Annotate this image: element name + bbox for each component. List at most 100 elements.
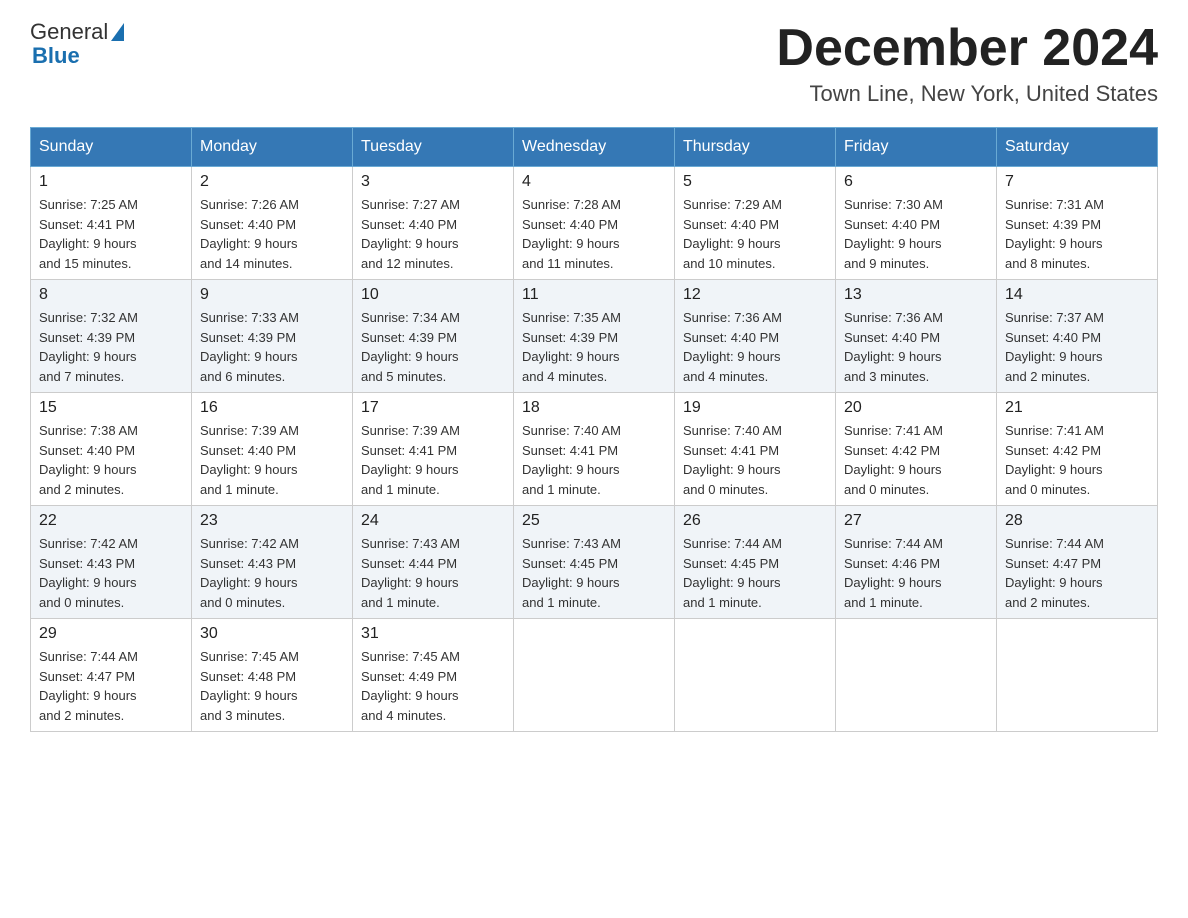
day-number: 13 — [844, 286, 988, 304]
day-number: 25 — [522, 512, 666, 530]
day-number: 27 — [844, 512, 988, 530]
day-info: Sunrise: 7:44 AM Sunset: 4:47 PM Dayligh… — [39, 647, 183, 725]
table-cell: 20 Sunrise: 7:41 AM Sunset: 4:42 PM Dayl… — [836, 393, 997, 506]
table-cell: 30 Sunrise: 7:45 AM Sunset: 4:48 PM Dayl… — [192, 619, 353, 732]
table-cell: 14 Sunrise: 7:37 AM Sunset: 4:40 PM Dayl… — [997, 280, 1158, 393]
week-row-1: 1 Sunrise: 7:25 AM Sunset: 4:41 PM Dayli… — [31, 167, 1158, 280]
day-number: 5 — [683, 173, 827, 191]
day-info: Sunrise: 7:39 AM Sunset: 4:40 PM Dayligh… — [200, 421, 344, 499]
page-subtitle: Town Line, New York, United States — [776, 81, 1158, 107]
day-number: 31 — [361, 625, 505, 643]
day-number: 29 — [39, 625, 183, 643]
table-cell: 5 Sunrise: 7:29 AM Sunset: 4:40 PM Dayli… — [675, 167, 836, 280]
calendar-table: Sunday Monday Tuesday Wednesday Thursday… — [30, 127, 1158, 732]
day-info: Sunrise: 7:26 AM Sunset: 4:40 PM Dayligh… — [200, 195, 344, 273]
day-number: 16 — [200, 399, 344, 417]
day-info: Sunrise: 7:41 AM Sunset: 4:42 PM Dayligh… — [1005, 421, 1149, 499]
day-info: Sunrise: 7:45 AM Sunset: 4:48 PM Dayligh… — [200, 647, 344, 725]
col-monday: Monday — [192, 128, 353, 167]
table-cell — [836, 619, 997, 732]
day-number: 11 — [522, 286, 666, 304]
page-header: General Blue December 2024 Town Line, Ne… — [30, 20, 1158, 107]
table-cell: 13 Sunrise: 7:36 AM Sunset: 4:40 PM Dayl… — [836, 280, 997, 393]
day-info: Sunrise: 7:34 AM Sunset: 4:39 PM Dayligh… — [361, 308, 505, 386]
table-cell: 26 Sunrise: 7:44 AM Sunset: 4:45 PM Dayl… — [675, 506, 836, 619]
day-info: Sunrise: 7:30 AM Sunset: 4:40 PM Dayligh… — [844, 195, 988, 273]
table-cell: 12 Sunrise: 7:36 AM Sunset: 4:40 PM Dayl… — [675, 280, 836, 393]
day-number: 24 — [361, 512, 505, 530]
day-info: Sunrise: 7:35 AM Sunset: 4:39 PM Dayligh… — [522, 308, 666, 386]
day-info: Sunrise: 7:27 AM Sunset: 4:40 PM Dayligh… — [361, 195, 505, 273]
table-cell: 28 Sunrise: 7:44 AM Sunset: 4:47 PM Dayl… — [997, 506, 1158, 619]
table-cell — [514, 619, 675, 732]
day-number: 7 — [1005, 173, 1149, 191]
logo-triangle-icon — [111, 23, 124, 41]
day-info: Sunrise: 7:40 AM Sunset: 4:41 PM Dayligh… — [683, 421, 827, 499]
day-number: 2 — [200, 173, 344, 191]
day-number: 9 — [200, 286, 344, 304]
day-info: Sunrise: 7:43 AM Sunset: 4:45 PM Dayligh… — [522, 534, 666, 612]
table-cell: 31 Sunrise: 7:45 AM Sunset: 4:49 PM Dayl… — [353, 619, 514, 732]
table-cell: 16 Sunrise: 7:39 AM Sunset: 4:40 PM Dayl… — [192, 393, 353, 506]
table-cell — [997, 619, 1158, 732]
table-cell — [675, 619, 836, 732]
table-cell: 1 Sunrise: 7:25 AM Sunset: 4:41 PM Dayli… — [31, 167, 192, 280]
day-number: 18 — [522, 399, 666, 417]
day-number: 4 — [522, 173, 666, 191]
day-number: 23 — [200, 512, 344, 530]
day-info: Sunrise: 7:36 AM Sunset: 4:40 PM Dayligh… — [844, 308, 988, 386]
day-info: Sunrise: 7:45 AM Sunset: 4:49 PM Dayligh… — [361, 647, 505, 725]
day-info: Sunrise: 7:36 AM Sunset: 4:40 PM Dayligh… — [683, 308, 827, 386]
day-info: Sunrise: 7:38 AM Sunset: 4:40 PM Dayligh… — [39, 421, 183, 499]
day-number: 17 — [361, 399, 505, 417]
day-info: Sunrise: 7:40 AM Sunset: 4:41 PM Dayligh… — [522, 421, 666, 499]
table-cell: 10 Sunrise: 7:34 AM Sunset: 4:39 PM Dayl… — [353, 280, 514, 393]
day-number: 26 — [683, 512, 827, 530]
day-info: Sunrise: 7:29 AM Sunset: 4:40 PM Dayligh… — [683, 195, 827, 273]
week-row-3: 15 Sunrise: 7:38 AM Sunset: 4:40 PM Dayl… — [31, 393, 1158, 506]
day-number: 14 — [1005, 286, 1149, 304]
day-number: 19 — [683, 399, 827, 417]
table-cell: 24 Sunrise: 7:43 AM Sunset: 4:44 PM Dayl… — [353, 506, 514, 619]
day-info: Sunrise: 7:25 AM Sunset: 4:41 PM Dayligh… — [39, 195, 183, 273]
table-cell: 6 Sunrise: 7:30 AM Sunset: 4:40 PM Dayli… — [836, 167, 997, 280]
day-info: Sunrise: 7:42 AM Sunset: 4:43 PM Dayligh… — [200, 534, 344, 612]
col-saturday: Saturday — [997, 128, 1158, 167]
day-number: 21 — [1005, 399, 1149, 417]
table-cell: 23 Sunrise: 7:42 AM Sunset: 4:43 PM Dayl… — [192, 506, 353, 619]
table-cell: 15 Sunrise: 7:38 AM Sunset: 4:40 PM Dayl… — [31, 393, 192, 506]
week-row-5: 29 Sunrise: 7:44 AM Sunset: 4:47 PM Dayl… — [31, 619, 1158, 732]
day-number: 22 — [39, 512, 183, 530]
day-number: 15 — [39, 399, 183, 417]
table-cell: 19 Sunrise: 7:40 AM Sunset: 4:41 PM Dayl… — [675, 393, 836, 506]
day-info: Sunrise: 7:41 AM Sunset: 4:42 PM Dayligh… — [844, 421, 988, 499]
table-cell: 21 Sunrise: 7:41 AM Sunset: 4:42 PM Dayl… — [997, 393, 1158, 506]
day-info: Sunrise: 7:43 AM Sunset: 4:44 PM Dayligh… — [361, 534, 505, 612]
table-cell: 27 Sunrise: 7:44 AM Sunset: 4:46 PM Dayl… — [836, 506, 997, 619]
day-number: 30 — [200, 625, 344, 643]
col-friday: Friday — [836, 128, 997, 167]
table-cell: 2 Sunrise: 7:26 AM Sunset: 4:40 PM Dayli… — [192, 167, 353, 280]
logo: General Blue — [30, 20, 124, 68]
title-area: December 2024 Town Line, New York, Unite… — [776, 20, 1158, 107]
day-info: Sunrise: 7:42 AM Sunset: 4:43 PM Dayligh… — [39, 534, 183, 612]
table-cell: 17 Sunrise: 7:39 AM Sunset: 4:41 PM Dayl… — [353, 393, 514, 506]
day-number: 6 — [844, 173, 988, 191]
table-cell: 3 Sunrise: 7:27 AM Sunset: 4:40 PM Dayli… — [353, 167, 514, 280]
calendar-header-row: Sunday Monday Tuesday Wednesday Thursday… — [31, 128, 1158, 167]
day-info: Sunrise: 7:44 AM Sunset: 4:45 PM Dayligh… — [683, 534, 827, 612]
week-row-4: 22 Sunrise: 7:42 AM Sunset: 4:43 PM Dayl… — [31, 506, 1158, 619]
day-info: Sunrise: 7:44 AM Sunset: 4:47 PM Dayligh… — [1005, 534, 1149, 612]
table-cell: 8 Sunrise: 7:32 AM Sunset: 4:39 PM Dayli… — [31, 280, 192, 393]
col-thursday: Thursday — [675, 128, 836, 167]
table-cell: 25 Sunrise: 7:43 AM Sunset: 4:45 PM Dayl… — [514, 506, 675, 619]
col-wednesday: Wednesday — [514, 128, 675, 167]
day-number: 8 — [39, 286, 183, 304]
day-info: Sunrise: 7:28 AM Sunset: 4:40 PM Dayligh… — [522, 195, 666, 273]
table-cell: 7 Sunrise: 7:31 AM Sunset: 4:39 PM Dayli… — [997, 167, 1158, 280]
col-tuesday: Tuesday — [353, 128, 514, 167]
day-info: Sunrise: 7:39 AM Sunset: 4:41 PM Dayligh… — [361, 421, 505, 499]
day-info: Sunrise: 7:32 AM Sunset: 4:39 PM Dayligh… — [39, 308, 183, 386]
table-cell: 11 Sunrise: 7:35 AM Sunset: 4:39 PM Dayl… — [514, 280, 675, 393]
day-number: 12 — [683, 286, 827, 304]
